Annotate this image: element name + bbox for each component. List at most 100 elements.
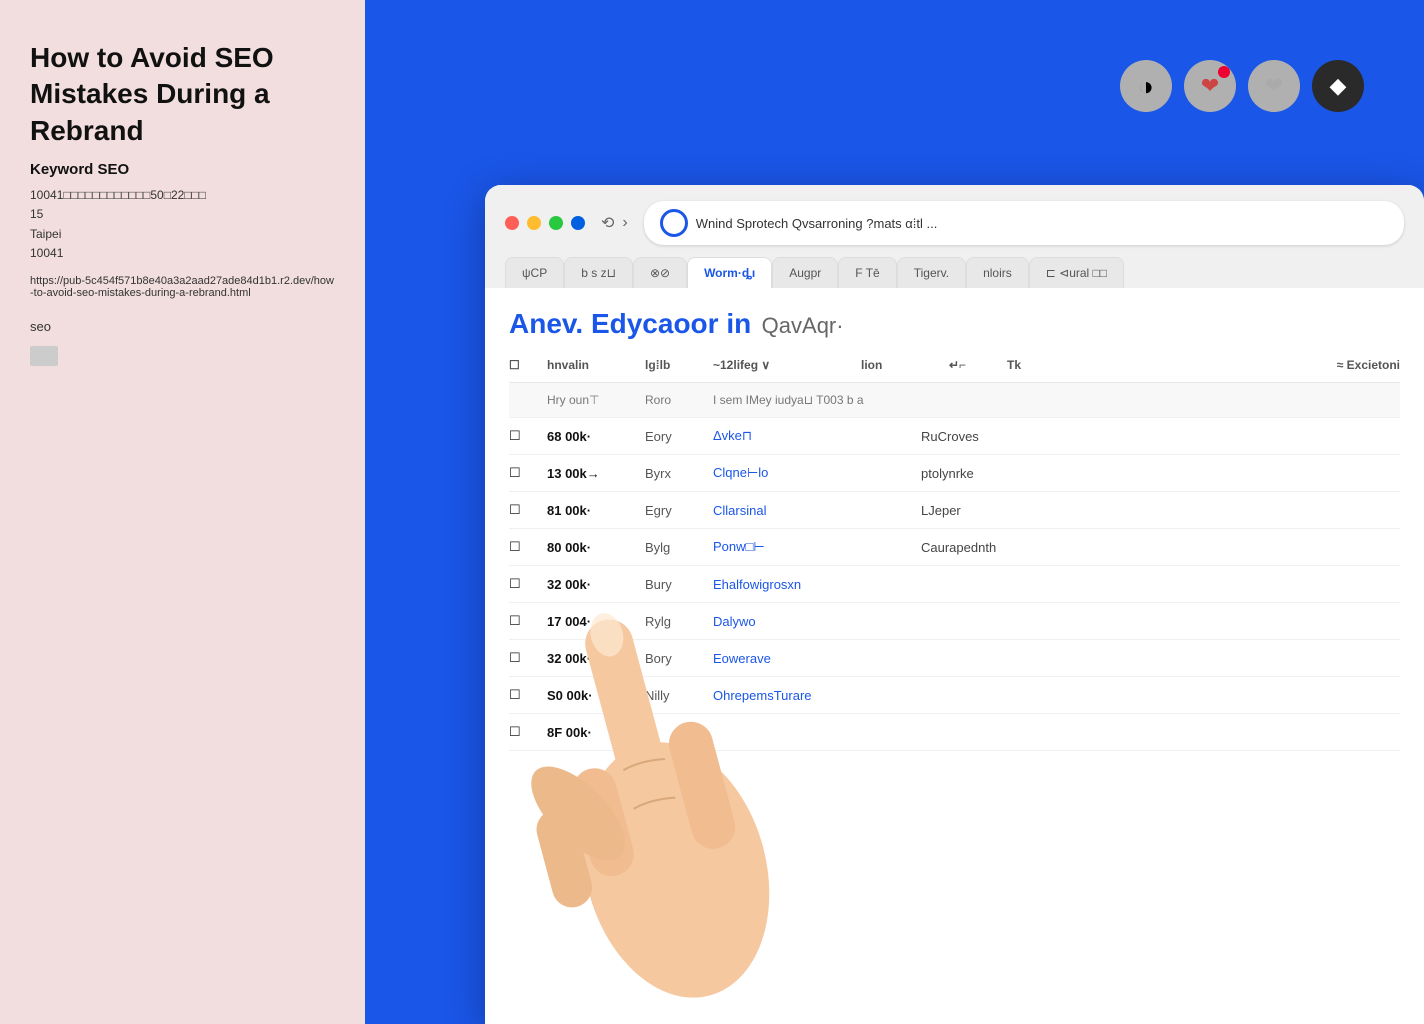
row-type: Bory <box>645 651 705 666</box>
row-num: 80 00k· <box>547 540 637 555</box>
header-col4: lion <box>861 358 941 372</box>
header-col6: Tk <box>1007 358 1067 372</box>
row-type: Byrx <box>645 466 705 481</box>
meta-text: 10041□□□□□□□□□□□□50□22□□□ 15 Taipei 1004… <box>30 186 335 263</box>
row-check[interactable]: ☐ <box>509 576 539 592</box>
tab-1[interactable]: b s z⊔ <box>564 257 633 288</box>
icon-circle-4[interactable]: ◆ <box>1312 60 1364 112</box>
icon-circle-3[interactable]: ❤ <box>1248 60 1300 112</box>
browser-titlebar: ⟲ › Wnind Sprotech Qvsarroning ?mats α⁞t… <box>505 201 1404 245</box>
tab-3[interactable]: Worm·ȡı <box>687 257 772 288</box>
row-check[interactable]: ☐ <box>509 465 539 481</box>
row-name[interactable]: Clqne⊢lo <box>713 465 913 481</box>
page-heading-title: Anev. Edycaoor in <box>509 308 751 339</box>
header-col7[interactable]: ≈ Excietoni <box>1075 358 1400 372</box>
row-name[interactable]: Ehalfowigrosxn <box>713 577 913 592</box>
browser-tabs: ψCP b s z⊔ ⊗⊘ Worm·ȡı Augpr F Tē Tigerv.… <box>505 257 1404 288</box>
traffic-lights <box>505 216 585 230</box>
table-row[interactable]: ☐ 68 00k· Eory Δvke⊓ RuCroves <box>509 418 1400 455</box>
tab-2[interactable]: ⊗⊘ <box>633 257 687 288</box>
row-type: Bylg <box>645 540 705 555</box>
table-header: ☐ hnvalin lg⁞lb ~12lifeg ∨ lion ↵⌐ Tk ≈ … <box>509 348 1400 383</box>
tab-8[interactable]: ⊏ ⊲ural □□ <box>1029 257 1124 288</box>
nav-back[interactable]: ⟲ <box>601 213 614 233</box>
traffic-light-yellow[interactable] <box>527 216 541 230</box>
table-row[interactable]: ☐ 32 00k· Bory Eowerave <box>509 640 1400 677</box>
table-row[interactable]: ☐ 8F 00k· <box>509 714 1400 751</box>
row-type: Bury <box>645 577 705 592</box>
row-num: S0 00k· <box>547 688 637 703</box>
row-name[interactable]: Ponw□⊢ <box>713 539 913 555</box>
row-num: 68 00k· <box>547 429 637 444</box>
page-heading: Anev. Edycaoor in QavAqr· <box>485 288 1424 348</box>
article-title: How to Avoid SEO Mistakes During a Rebra… <box>30 40 335 149</box>
row-type: Rylg <box>645 614 705 629</box>
subheader-col1: Hry oun⊤ <box>547 393 637 407</box>
row-name[interactable]: Dalywo <box>713 614 913 629</box>
browser-chrome: ⟲ › Wnind Sprotech Qvsarroning ?mats α⁞t… <box>485 185 1424 288</box>
row-type: Egry <box>645 503 705 518</box>
address-text: Wnind Sprotech Qvsarroning ?mats α⁞tl ..… <box>696 216 1388 231</box>
row-num: 13 00k→ <box>547 466 637 481</box>
tab-4[interactable]: Augpr <box>772 257 838 288</box>
icon-circle-1[interactable]: ◑ <box>1120 60 1172 112</box>
address-bar[interactable]: Wnind Sprotech Qvsarroning ?mats α⁞tl ..… <box>644 201 1404 245</box>
traffic-light-blue[interactable] <box>571 216 585 230</box>
keyword-label: Keyword SEO <box>30 161 335 178</box>
icon-circle-2[interactable]: ❤ <box>1184 60 1236 112</box>
header-col1: hnvalin <box>547 358 637 372</box>
nav-forward[interactable]: › <box>622 214 627 232</box>
tab-7[interactable]: nloirs <box>966 257 1029 288</box>
row-name[interactable]: Eowerave <box>713 651 913 666</box>
row-type: Nilly <box>645 688 705 703</box>
header-check: ☐ <box>509 358 539 372</box>
table-row[interactable]: ☐ S0 00k· Nilly OhrepemsTurare <box>509 677 1400 714</box>
top-icons: ◑ ❤ ❤ ◆ <box>1120 60 1364 112</box>
tag-seo: seo <box>30 319 335 334</box>
row-check[interactable]: ☐ <box>509 428 539 444</box>
row-num: 81 00k· <box>547 503 637 518</box>
table-row[interactable]: ☐ 17 004· Rylg Dalywo <box>509 603 1400 640</box>
row-type: Eory <box>645 429 705 444</box>
header-col5: ↵⌐ <box>949 358 999 372</box>
traffic-light-green[interactable] <box>549 216 563 230</box>
row-name[interactable]: Cllarsinal <box>713 503 913 518</box>
address-circle-icon <box>660 209 688 237</box>
tag-box <box>30 346 58 366</box>
row-check[interactable]: ☐ <box>509 502 539 518</box>
data-table: ☐ hnvalin lg⁞lb ~12lifeg ∨ lion ↵⌐ Tk ≈ … <box>485 348 1424 751</box>
tab-0[interactable]: ψCP <box>505 257 564 288</box>
row-num: 32 00k· <box>547 651 637 666</box>
row-name[interactable]: OhrepemsTurare <box>713 688 913 703</box>
tab-5[interactable]: F Tē <box>838 257 896 288</box>
browser-content: Anev. Edycaoor in QavAqr· ☐ hnvalin lg⁞l… <box>485 288 1424 1024</box>
tab-6[interactable]: Tigerv. <box>897 257 966 288</box>
row-check[interactable]: ☐ <box>509 539 539 555</box>
table-row[interactable]: ☐ 80 00k· Bylg Ponw□⊢ Caurapednth <box>509 529 1400 566</box>
header-col3[interactable]: ~12lifeg ∨ <box>713 358 853 372</box>
table-row[interactable]: ☐ 81 00k· Egry Cllarsinal LJeper <box>509 492 1400 529</box>
subheader-col3: I sem IMey iudya⊔ T003 b a <box>713 393 1400 407</box>
row-check[interactable]: ☐ <box>509 724 539 740</box>
row-num: 32 00k· <box>547 577 637 592</box>
right-panel: ◑ ❤ ❤ ◆ ⟲ › Wnind Spro <box>365 0 1424 1024</box>
row-num: 17 004· <box>547 614 637 629</box>
row-check[interactable]: ☐ <box>509 613 539 629</box>
row-name[interactable]: Δvke⊓ <box>713 428 913 444</box>
table-row[interactable]: ☐ 32 00k· Bury Ehalfowigrosxn <box>509 566 1400 603</box>
traffic-light-red[interactable] <box>505 216 519 230</box>
subheader-col2: Roro <box>645 393 705 407</box>
table-row[interactable]: ☐ 13 00k→ Byrx Clqne⊢lo ptolynrke <box>509 455 1400 492</box>
page-heading-sub: QavAqr· <box>762 313 844 338</box>
row-check[interactable]: ☐ <box>509 650 539 666</box>
browser-window: ⟲ › Wnind Sprotech Qvsarroning ?mats α⁞t… <box>485 185 1424 1024</box>
header-col2: lg⁞lb <box>645 358 705 372</box>
row-desc: ptolynrke <box>921 466 1400 481</box>
table-subheader: Hry oun⊤ Roro I sem IMey iudya⊔ T003 b a <box>509 383 1400 418</box>
row-check[interactable]: ☐ <box>509 687 539 703</box>
row-desc: RuCroves <box>921 429 1400 444</box>
row-num: 8F 00k· <box>547 725 637 740</box>
row-desc: Caurapednth <box>921 540 1400 555</box>
nav-buttons: ⟲ › <box>601 213 628 233</box>
row-desc: LJeper <box>921 503 1400 518</box>
